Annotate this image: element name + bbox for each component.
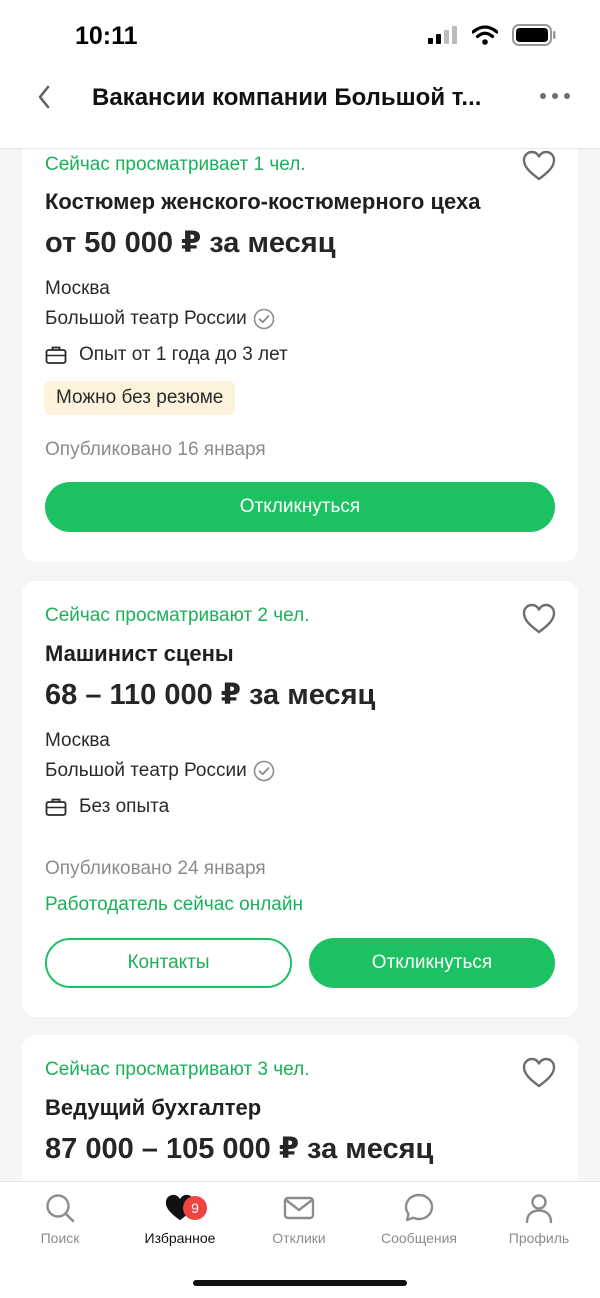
page-title: Вакансии компании Большой т... (92, 84, 482, 111)
mail-icon (283, 1196, 315, 1220)
favorite-button[interactable] (522, 150, 556, 182)
experience: Без опыта (45, 796, 169, 818)
salary: 87 000 – 105 000 ₽ за месяц (45, 1133, 434, 1165)
nav-messages[interactable]: Сообщения (364, 1192, 474, 1246)
published-date: Опубликовано 16 января (45, 439, 266, 460)
nav-label: Отклики (272, 1230, 326, 1246)
city: Москва (45, 730, 110, 751)
published-date: Опубликовано 24 января (45, 858, 266, 879)
contacts-button[interactable]: Контакты (45, 938, 292, 988)
job-title[interactable]: Костюмер женского-костюмерного цеха (45, 189, 480, 215)
more-dot (552, 93, 558, 99)
header: Вакансии компании Большой т... (0, 70, 600, 149)
no-resume-tag: Можно без резюме (44, 381, 236, 415)
vacancy-card[interactable]: Сейчас просматривает 1 чел. Костюмер жен… (22, 149, 578, 562)
company[interactable]: Большой театр России (45, 760, 275, 782)
chat-icon (404, 1193, 434, 1222)
signal-icon (428, 26, 457, 44)
nav-favorites[interactable]: 9 Избранное (125, 1192, 235, 1246)
more-button[interactable] (540, 84, 570, 108)
salary: 68 – 110 000 ₽ за месяц (45, 679, 376, 711)
home-indicator[interactable] (193, 1280, 407, 1286)
salary: от 50 000 ₽ за месяц (45, 227, 336, 259)
company-name: Большой театр России (45, 308, 247, 329)
nav-profile[interactable]: Профиль (484, 1192, 594, 1246)
favorite-button[interactable] (522, 1057, 556, 1089)
favorite-button[interactable] (522, 603, 556, 635)
battery-icon (512, 24, 556, 46)
vacancy-list[interactable]: Сейчас просматривает 1 чел. Костюмер жен… (0, 149, 600, 1181)
nav-search[interactable]: Поиск (5, 1192, 115, 1246)
chevron-left-icon (38, 85, 50, 109)
vacancy-card[interactable]: Сейчас просматривают 2 чел. Машинист сце… (22, 581, 578, 1017)
briefcase-icon (45, 798, 67, 816)
nav-label: Избранное (144, 1230, 216, 1246)
wifi-icon (472, 25, 498, 45)
status-time: 10:11 (75, 22, 138, 50)
briefcase-icon (45, 346, 67, 364)
heart-outline-icon (522, 150, 556, 181)
verified-check-icon (253, 308, 275, 330)
respond-button[interactable]: Откликнуться (309, 938, 555, 988)
heart-outline-icon (522, 1057, 556, 1088)
heart-outline-icon (522, 603, 556, 634)
company[interactable]: Большой театр России (45, 308, 275, 330)
job-title[interactable]: Машинист сцены (45, 641, 234, 667)
job-title[interactable]: Ведущий бухгалтер (45, 1095, 261, 1121)
status-icons (428, 24, 556, 46)
viewers-count: Сейчас просматривают 3 чел. (45, 1059, 310, 1080)
more-dot (564, 93, 570, 99)
viewers-count: Сейчас просматривают 2 чел. (45, 605, 310, 626)
experience: Опыт от 1 года до 3 лет (45, 344, 288, 366)
nav-label: Сообщения (381, 1230, 457, 1246)
city: Москва (45, 278, 110, 299)
experience-text: Опыт от 1 года до 3 лет (79, 344, 288, 365)
experience-text: Без опыта (79, 796, 170, 817)
back-button[interactable] (30, 82, 60, 112)
nav-responses[interactable]: Отклики (244, 1192, 354, 1246)
verified-check-icon (253, 760, 275, 782)
company-name: Большой театр России (45, 760, 247, 781)
status-bar: 10:11 (0, 0, 600, 70)
employer-online: Работодатель сейчас онлайн (45, 894, 303, 915)
search-icon (46, 1194, 75, 1223)
respond-button[interactable]: Откликнуться (45, 482, 555, 532)
nav-label: Поиск (40, 1230, 80, 1246)
more-dots-icon (540, 93, 546, 99)
favorites-badge: 9 (183, 1196, 207, 1220)
profile-icon (525, 1194, 553, 1224)
nav-label: Профиль (508, 1230, 570, 1246)
viewers-count: Сейчас просматривает 1 чел. (45, 154, 306, 175)
vacancy-card[interactable]: Сейчас просматривают 3 чел. Ведущий бухг… (22, 1035, 578, 1181)
